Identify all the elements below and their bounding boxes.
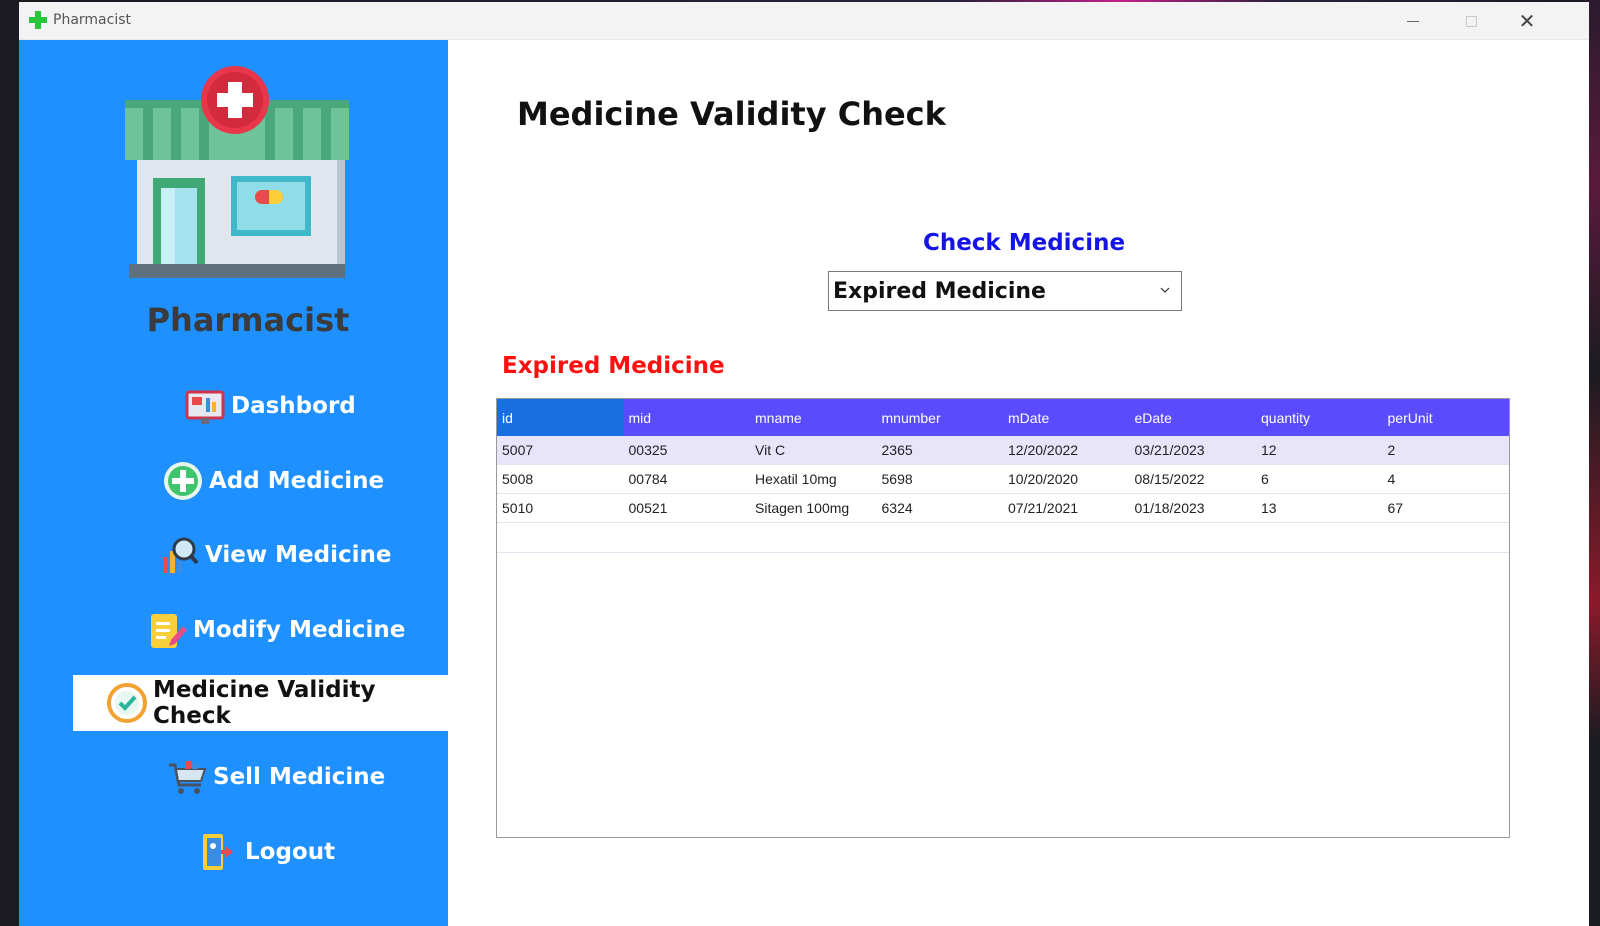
check-medicine-label: Check Medicine [922,230,1126,256]
sidebar: Pharmacist Dashbord Add Medicine View Me… [19,40,448,926]
sidebar-item-label: Sell Medicine [213,764,386,790]
column-header[interactable]: mid [624,399,751,436]
column-header[interactable]: mDate [1003,399,1130,436]
table-cell[interactable]: 00521 [624,494,751,522]
table-cell[interactable]: 12/20/2022 [1003,436,1130,464]
sidebar-item-modify-medicine[interactable]: Modify Medicine [147,602,405,658]
sidebar-item-dashboard[interactable]: Dashbord [185,378,356,434]
dropdown-value: Expired Medicine [833,278,1046,304]
table-cell[interactable]: 03/21/2023 [1130,436,1257,464]
table-cell[interactable]: 5008 [497,465,624,493]
title-bar[interactable]: Pharmacist ✕ [19,2,1589,40]
table-cell[interactable]: 07/21/2021 [1003,494,1130,522]
sidebar-item-label: Add Medicine [209,468,385,494]
column-header[interactable]: quantity [1256,399,1383,436]
minimize-button[interactable] [1385,2,1441,40]
validity-filter-dropdown[interactable]: Expired Medicine [828,271,1182,311]
window-title: Pharmacist [53,12,131,28]
new-row-placeholder[interactable] [497,523,1509,553]
column-header[interactable]: perUnit [1383,399,1510,436]
column-header[interactable]: id [497,399,624,436]
column-header[interactable]: mname [750,399,877,436]
column-header[interactable]: eDate [1130,399,1257,436]
table-cell[interactable]: 2 [1383,436,1510,464]
sidebar-item-logout[interactable]: Logout [199,824,335,880]
grid-header-row: id mid mname mnumber mDate eDate quantit… [497,399,1509,436]
dashboard-icon [185,390,225,424]
close-button[interactable]: ✕ [1499,2,1555,40]
sidebar-item-sell-medicine[interactable]: Sell Medicine [167,749,385,805]
maximize-icon [1465,15,1477,27]
sidebar-item-add-medicine[interactable]: Add Medicine [163,453,384,509]
table-cell[interactable]: 4 [1383,465,1510,493]
logout-icon [203,834,233,870]
sidebar-item-label: Logout [245,839,336,865]
table-cell[interactable]: 13 [1256,494,1383,522]
sidebar-item-view-medicine[interactable]: View Medicine [159,527,391,583]
table-cell[interactable]: 5010 [497,494,624,522]
table-cell[interactable]: 01/18/2023 [1130,494,1257,522]
medicine-data-grid[interactable]: id mid mname mnumber mDate eDate quantit… [496,398,1510,838]
table-cell[interactable]: 00325 [624,436,751,464]
app-window: Pharmacist ✕ Pharmacist Dashbord Add Med… [19,2,1589,926]
section-title: Expired Medicine [502,353,725,379]
main-content: Medicine Validity Check Check Medicine E… [448,40,1589,926]
pharmacy-store-logo [125,66,349,278]
table-cell[interactable]: 6324 [877,494,1004,522]
chevron-down-icon [1160,287,1170,293]
sidebar-item-label: Medicine Validity Check [153,677,376,729]
table-cell[interactable]: 08/15/2022 [1130,465,1257,493]
table-cell[interactable]: Vit C [750,436,877,464]
table-cell[interactable]: 5698 [877,465,1004,493]
sidebar-item-label: View Medicine [205,542,392,568]
cart-icon [169,761,207,794]
column-header[interactable]: mnumber [877,399,1004,436]
table-cell[interactable]: 12 [1256,436,1383,464]
table-cell[interactable]: Sitagen 100mg [750,494,877,522]
table-cell[interactable]: 5007 [497,436,624,464]
sidebar-item-medicine-validity-check[interactable]: Medicine Validity Check [73,675,448,731]
table-row[interactable]: 5008 00784 Hexatil 10mg 5698 10/20/2020 … [497,465,1509,494]
table-cell[interactable]: 10/20/2020 [1003,465,1130,493]
table-row[interactable]: 5010 00521 Sitagen 100mg 6324 07/21/2021… [497,494,1509,523]
minimize-icon [1407,20,1419,22]
table-row[interactable]: 5007 00325 Vit C 2365 12/20/2022 03/21/2… [497,436,1509,465]
pharmacy-cross-icon [29,11,47,29]
table-cell[interactable]: 2365 [877,436,1004,464]
maximize-button[interactable] [1443,2,1499,40]
page-title: Medicine Validity Check [517,95,946,133]
brand-name: Pharmacist [146,301,350,339]
check-circle-icon [107,683,147,723]
close-icon: ✕ [1518,9,1536,33]
table-cell[interactable]: 00784 [624,465,751,493]
add-circle-icon [164,462,202,500]
sidebar-item-label: Dashbord [231,393,356,419]
table-cell[interactable]: 6 [1256,465,1383,493]
magnifier-chart-icon [163,537,199,573]
sidebar-item-label: Modify Medicine [193,617,406,643]
table-cell[interactable]: Hexatil 10mg [750,465,877,493]
edit-note-icon [151,614,187,648]
table-cell[interactable]: 67 [1383,494,1510,522]
